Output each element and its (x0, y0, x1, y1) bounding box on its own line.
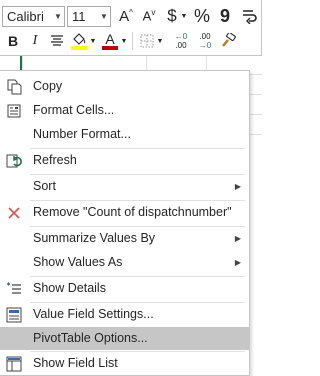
menu-item-remove-field[interactable]: Remove "Count of dispatchnumber" (0, 201, 249, 224)
decrease-decimal-icon: ←0 (174, 32, 188, 41)
currency-button[interactable]: $ (162, 4, 182, 28)
menu-item-sort[interactable]: Sort ▶ (0, 175, 249, 198)
currency-icon: $ (167, 6, 177, 25)
align-center-button[interactable] (47, 30, 67, 52)
menu-item-label: Summarize Values By (33, 231, 156, 245)
fill-color-swatch (71, 46, 87, 50)
align-center-icon (51, 35, 63, 46)
chevron-down-icon: ▼ (120, 37, 128, 45)
show-details-icon (5, 280, 23, 298)
format-painter-button[interactable] (218, 30, 238, 52)
font-name-combo[interactable]: Calibri ▼ (2, 6, 65, 27)
borders-button[interactable] (138, 30, 156, 52)
percent-button[interactable]: % (191, 4, 213, 28)
submenu-arrow-icon: ▶ (234, 234, 241, 243)
menu-item-label: Show Values As (33, 255, 123, 269)
comma-icon: 9 (219, 5, 230, 26)
chevron-down-icon[interactable]: ▼ (52, 7, 64, 26)
field-list-icon (5, 355, 23, 373)
fill-color-dropdown[interactable]: ▼ (89, 30, 97, 52)
menu-item-label: Sort (33, 179, 56, 193)
borders-dropdown[interactable]: ▼ (156, 30, 164, 52)
italic-icon: I (32, 33, 38, 48)
menu-item-label: Number Format... (33, 127, 131, 141)
grow-font-button[interactable]: A^ (116, 4, 136, 28)
menu-item-label: Show Details (33, 281, 106, 295)
menu-item-label: Remove "Count of dispatchnumber" (33, 205, 232, 219)
menu-item-summarize-values-by[interactable]: Summarize Values By ▶ (0, 227, 249, 250)
comma-style-button[interactable]: 9 (215, 4, 235, 28)
shrink-font-icon: Av (142, 8, 156, 24)
bold-button[interactable]: B (3, 30, 23, 52)
borders-icon (140, 34, 154, 48)
format-cells-icon (5, 102, 23, 120)
menu-item-label: Refresh (33, 153, 77, 167)
copy-icon (5, 78, 23, 96)
menu-item-value-field-settings[interactable]: Value Field Settings... (0, 303, 249, 326)
chevron-down-icon: ▼ (89, 37, 97, 45)
context-menu: Copy Format Cells... Number Format... Re… (0, 70, 250, 376)
shrink-font-button[interactable]: Av (139, 4, 159, 28)
menu-item-label: Value Field Settings... (33, 307, 154, 321)
remove-icon (5, 204, 23, 222)
bold-icon: B (7, 33, 19, 49)
fill-color-button[interactable] (69, 30, 89, 52)
menu-item-copy[interactable]: Copy (0, 75, 249, 98)
paint-bucket-icon (73, 33, 86, 45)
font-color-swatch (102, 46, 118, 50)
menu-item-refresh[interactable]: Refresh (0, 149, 249, 172)
percent-icon: % (193, 5, 210, 26)
submenu-arrow-icon: ▶ (234, 258, 241, 267)
decrease-decimal-button[interactable]: ←0 .00 (170, 30, 192, 52)
value-field-settings-icon (5, 306, 23, 324)
menu-item-number-format[interactable]: Number Format... (0, 123, 249, 146)
font-color-icon: A (105, 31, 115, 47)
menu-item-label: PivotTable Options... (33, 331, 148, 345)
chevron-down-icon: ▼ (180, 12, 188, 20)
chevron-down-icon: ▼ (156, 37, 164, 45)
menu-item-show-field-list[interactable]: Show Field List (0, 352, 249, 375)
font-color-button[interactable]: A (100, 30, 120, 52)
menu-item-label: Show Field List (33, 356, 118, 370)
font-name-value: Calibri (7, 9, 44, 24)
menu-item-pivottable-options[interactable]: PivotTable Options... (0, 327, 249, 350)
increase-decimal-icon: .00 (199, 32, 211, 41)
chevron-down-icon[interactable]: ▼ (98, 7, 110, 26)
wrap-text-icon (243, 10, 257, 24)
format-painter-icon (222, 33, 236, 47)
menu-item-label: Format Cells... (33, 103, 115, 117)
font-size-value: 11 (72, 9, 86, 24)
menu-item-show-values-as[interactable]: Show Values As ▶ (0, 251, 249, 274)
font-size-combo[interactable]: 11 ▼ (67, 6, 111, 27)
italic-button[interactable]: I (25, 30, 45, 52)
submenu-arrow-icon: ▶ (234, 182, 241, 191)
mini-toolbar: Calibri ▼ 11 ▼ A^ Av $ ▼ % 9 B I ▼ A ▼ ▼… (0, 0, 262, 56)
increase-decimal-button[interactable]: .00 →0 (194, 30, 216, 52)
font-color-dropdown[interactable]: ▼ (120, 30, 128, 52)
menu-item-label: Copy (33, 79, 63, 93)
grow-font-icon: A^ (119, 7, 133, 25)
refresh-icon (5, 152, 23, 170)
menu-item-format-cells[interactable]: Format Cells... (0, 99, 249, 122)
menu-item-show-details[interactable]: Show Details (0, 277, 249, 300)
wrap-text-button[interactable] (238, 4, 260, 28)
currency-dropdown[interactable]: ▼ (180, 4, 188, 28)
